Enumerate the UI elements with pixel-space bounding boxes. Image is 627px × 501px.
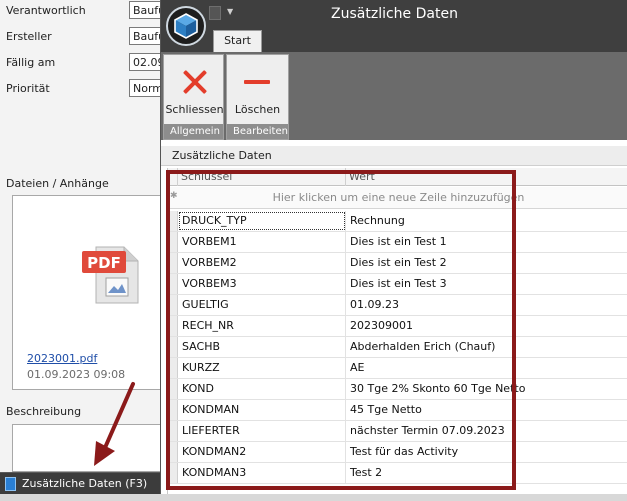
grid-header: Schlüssel Wert bbox=[168, 168, 627, 186]
data-grid: Schlüssel Wert ✱ Hier klicken um eine ne… bbox=[167, 168, 627, 494]
table-row[interactable]: KONDMAN2 Test für das Activity bbox=[168, 442, 627, 463]
cube-icon bbox=[174, 13, 198, 39]
field-label-verantwortlich: Verantwortlich bbox=[6, 4, 86, 17]
cell-value[interactable]: 01.09.23 bbox=[346, 295, 627, 315]
cell-value[interactable]: Abderhalden Erich (Chauf) bbox=[346, 337, 627, 357]
pdf-file-icon[interactable]: PDF bbox=[82, 245, 142, 305]
ribbon-group-allgemein: Schliessen Allgemein bbox=[163, 54, 224, 140]
row-selector[interactable] bbox=[168, 421, 178, 441]
ribbon-tabstrip: Start bbox=[161, 28, 627, 52]
table-row[interactable]: VORBEM1 Dies ist ein Test 1 bbox=[168, 232, 627, 253]
field-label-prioritaet: Priorität bbox=[6, 82, 50, 95]
delete-button[interactable]: Löschen bbox=[227, 59, 288, 119]
column-header-schluessel[interactable]: Schlüssel bbox=[178, 168, 346, 186]
row-selector[interactable] bbox=[168, 337, 178, 357]
description-label: Beschreibung bbox=[6, 405, 82, 418]
row-selector[interactable] bbox=[168, 253, 178, 273]
close-x-icon bbox=[182, 69, 208, 95]
cell-key[interactable]: KOND bbox=[178, 379, 346, 399]
minus-icon bbox=[244, 80, 270, 84]
cell-key[interactable]: KONDMAN3 bbox=[178, 463, 346, 483]
table-row[interactable]: KOND 30 Tge 2% Skonto 60 Tge Netto bbox=[168, 379, 627, 400]
cell-value[interactable]: 30 Tge 2% Skonto 60 Tge Netto bbox=[346, 379, 627, 399]
cell-key[interactable]: VORBEM1 bbox=[178, 232, 346, 252]
table-row[interactable]: VORBEM2 Dies ist ein Test 2 bbox=[168, 253, 627, 274]
table-row[interactable]: GUELTIG 01.09.23 bbox=[168, 295, 627, 316]
file-date: 01.09.2023 09:08 bbox=[27, 368, 126, 381]
table-row[interactable]: SACHB Abderhalden Erich (Chauf) bbox=[168, 337, 627, 358]
row-selector[interactable] bbox=[168, 463, 178, 483]
cell-key[interactable]: VORBEM3 bbox=[178, 274, 346, 294]
table-row[interactable]: RECH_NR 202309001 bbox=[168, 316, 627, 337]
cell-value[interactable]: nächster Termin 07.09.2023 bbox=[346, 421, 627, 441]
title-bar[interactable]: ▼ Zusätzliche Daten bbox=[161, 0, 627, 28]
ribbon-group-bearbeiten: Löschen Bearbeiten bbox=[226, 54, 289, 140]
pdf-badge: PDF bbox=[87, 254, 121, 272]
app-logo-icon[interactable] bbox=[166, 6, 206, 46]
cell-key[interactable]: KONDMAN bbox=[178, 400, 346, 420]
cell-key[interactable]: DRUCK_TYP bbox=[178, 211, 346, 231]
new-row-hint: Hier klicken um eine neue Zeile hinzuzuf… bbox=[272, 191, 525, 204]
row-selector[interactable] bbox=[168, 316, 178, 336]
row-selector[interactable] bbox=[168, 274, 178, 294]
tab-start[interactable]: Start bbox=[213, 30, 262, 52]
close-button-label: Schliessen bbox=[165, 103, 224, 116]
table-row[interactable]: VORBEM3 Dies ist ein Test 3 bbox=[168, 274, 627, 295]
window-icon bbox=[5, 477, 16, 491]
cell-value[interactable]: 45 Tge Netto bbox=[346, 400, 627, 420]
taskbar-label: Zusätzliche Daten (F3) bbox=[22, 477, 148, 490]
description-textarea[interactable] bbox=[12, 424, 162, 472]
row-selector[interactable] bbox=[168, 379, 178, 399]
cell-key[interactable]: VORBEM2 bbox=[178, 253, 346, 273]
table-row[interactable]: KONDMAN 45 Tge Netto bbox=[168, 400, 627, 421]
cell-key[interactable]: GUELTIG bbox=[178, 295, 346, 315]
row-selector[interactable] bbox=[168, 211, 178, 231]
delete-button-label: Löschen bbox=[234, 103, 281, 116]
close-button[interactable]: Schliessen bbox=[164, 59, 225, 119]
row-selector[interactable] bbox=[168, 232, 178, 252]
cell-key[interactable]: RECH_NR bbox=[178, 316, 346, 336]
row-selector[interactable] bbox=[168, 442, 178, 462]
new-row[interactable]: ✱ Hier klicken um eine neue Zeile hinzuz… bbox=[168, 187, 627, 209]
cell-key[interactable]: SACHB bbox=[178, 337, 346, 357]
row-selector[interactable] bbox=[168, 358, 178, 378]
ribbon: Schliessen Allgemein Löschen Bearbeiten bbox=[161, 52, 627, 140]
ribbon-group-label: Bearbeiten bbox=[227, 124, 288, 139]
attachments-label: Dateien / Anhänge bbox=[6, 177, 109, 190]
status-strip bbox=[0, 494, 627, 501]
table-row[interactable]: KONDMAN3 Test 2 bbox=[168, 463, 627, 484]
dialog-title: Zusätzliche Daten bbox=[331, 6, 458, 22]
row-selector-header bbox=[168, 168, 178, 186]
taskbar-item-zusaetzliche-daten[interactable]: Zusätzliche Daten (F3) bbox=[0, 472, 160, 495]
table-row[interactable]: LIEFERTER nächster Termin 07.09.2023 bbox=[168, 421, 627, 442]
cell-key[interactable]: KURZZ bbox=[178, 358, 346, 378]
ribbon-group-label: Allgemein bbox=[164, 124, 223, 139]
field-label-ersteller: Ersteller bbox=[6, 30, 52, 43]
row-selector[interactable] bbox=[168, 400, 178, 420]
cell-value[interactable]: 202309001 bbox=[346, 316, 627, 336]
cell-key[interactable]: LIEFERTER bbox=[178, 421, 346, 441]
table-row[interactable]: DRUCK_TYP Rechnung bbox=[168, 211, 627, 232]
table-row[interactable]: KURZZ AE bbox=[168, 358, 627, 379]
cell-value[interactable]: AE bbox=[346, 358, 627, 378]
field-label-faellig: Fällig am bbox=[6, 56, 56, 69]
section-title: Zusätzliche Daten bbox=[161, 146, 627, 166]
file-link[interactable]: 2023001.pdf bbox=[27, 352, 97, 365]
row-selector[interactable] bbox=[168, 295, 178, 315]
cell-value[interactable]: Dies ist ein Test 2 bbox=[346, 253, 627, 273]
cell-key[interactable]: KONDMAN2 bbox=[178, 442, 346, 462]
cell-value[interactable]: Dies ist ein Test 3 bbox=[346, 274, 627, 294]
additional-data-dialog: ▼ Zusätzliche Daten Start Schliessen All… bbox=[160, 0, 627, 494]
column-header-wert[interactable]: Wert bbox=[346, 168, 627, 186]
cell-value[interactable]: Dies ist ein Test 1 bbox=[346, 232, 627, 252]
cell-value[interactable]: Test 2 bbox=[346, 463, 627, 483]
cell-value[interactable]: Rechnung bbox=[346, 211, 627, 231]
cell-value[interactable]: Test für das Activity bbox=[346, 442, 627, 462]
